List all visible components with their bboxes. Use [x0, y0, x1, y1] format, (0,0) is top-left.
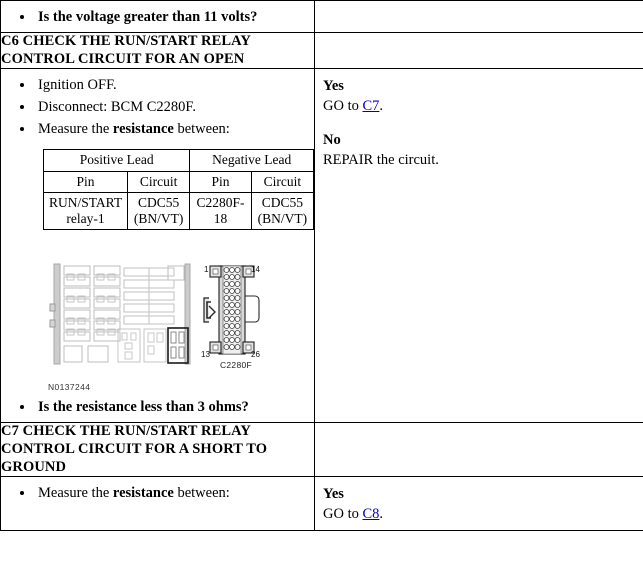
fuse-panel-diagram — [48, 262, 193, 372]
table-row: RUN/START relay-1 CDC55 (BN/VT) C2280F-1… — [42, 191, 315, 231]
column-header-negative-lead: Negative Lead — [189, 149, 314, 172]
column-header-positive-circuit: Circuit — [127, 170, 191, 193]
answer-spacer — [323, 116, 637, 131]
answer-action-yes: GO to C8. — [323, 505, 637, 524]
answer-action-yes: GO to C7. — [323, 97, 637, 116]
connector-c2280f-diagram — [201, 260, 271, 365]
step-c7-answer-block: Yes GO to C8. — [315, 477, 643, 530]
cell-negative-circuit: CDC55 (BN/VT) — [250, 191, 315, 231]
step-c7-header-right-cell — [314, 422, 643, 478]
instruction-text-suffix: between: — [173, 485, 230, 502]
cell-positive-pin: RUN/START relay-1 — [42, 191, 129, 231]
list-item: Ignition OFF. — [35, 75, 314, 96]
measurement-pin-table: Positive Lead Negative Lead Pin Circuit … — [42, 149, 315, 231]
step-c6-instructions-cell: Ignition OFF. Disconnect: BCM C2280F. Me… — [0, 68, 315, 424]
step-c7-title-line3: GROUND — [1, 458, 67, 475]
step-c6-header-right-cell — [314, 32, 643, 70]
step-c6-question-list: Is the resistance less than 3 ohms? — [1, 397, 314, 418]
table-row-step-c6-header: C6 CHECK THE RUN/START RELAY CONTROL CIR… — [0, 32, 643, 70]
answer-action-prefix: GO to — [323, 97, 363, 114]
column-header-positive-lead: Positive Lead — [42, 149, 191, 172]
list-item: Is the resistance less than 3 ohms? — [35, 397, 314, 418]
cell-positive-circuit: CDC55 (BN/VT) — [127, 191, 191, 231]
step-c7-title-line1: C7 CHECK THE RUN/START RELAY — [1, 423, 251, 440]
step-c6-title: C6 CHECK THE RUN/START RELAY CONTROL CIR… — [0, 32, 315, 70]
step-c7-instructions-cell: Measure the resistance between: — [0, 476, 315, 532]
step-c6-title-line2: CONTROL CIRCUIT FOR AN OPEN — [1, 50, 245, 67]
instruction-text-emphasis: resistance — [112, 485, 174, 502]
instruction-text-suffix: between: — [173, 121, 230, 138]
previous-step-answer-cell — [314, 0, 643, 34]
previous-step-question-cell: Is the voltage greater than 11 volts? — [0, 0, 315, 34]
table-row-previous-step-question: Is the voltage greater than 11 volts? — [0, 0, 643, 34]
table-row-group-headers: Positive Lead Negative Lead — [42, 149, 314, 172]
answer-action-no: REPAIR the circuit. — [323, 151, 439, 168]
fuse-panel-svg — [49, 263, 191, 365]
step-c6-answer-block: Yes GO to C7. No REPAIR the circuit. — [315, 69, 643, 176]
answer-label-no: No — [323, 132, 341, 149]
step-c6-answers-cell: Yes GO to C7. No REPAIR the circuit. — [314, 68, 643, 424]
answer-action-suffix: . — [379, 97, 384, 114]
connector-pin-number-top-right: 14 — [251, 265, 260, 275]
table-row-step-c6-body: Ignition OFF. Disconnect: BCM C2280F. Me… — [0, 68, 643, 424]
step-c7-answers-cell: Yes GO to C8. — [314, 476, 643, 532]
step-c6-instruction-list: Ignition OFF. Disconnect: BCM C2280F. Me… — [1, 75, 314, 140]
list-item: Measure the resistance between: — [35, 483, 314, 504]
connector-pin-number-bottom-right: 26 — [251, 350, 260, 360]
connector-pin-number-top-left: 1 — [204, 265, 209, 275]
instruction-text-emphasis: resistance — [112, 121, 174, 138]
list-item: Disconnect: BCM C2280F. — [35, 97, 314, 118]
figure-caption: N0137244 — [48, 382, 91, 393]
step-c6-title-line1: C6 CHECK THE RUN/START RELAY — [1, 33, 251, 50]
step-c7-title-line2: CONTROL CIRCUIT FOR A SHORT TO — [1, 440, 268, 457]
instruction-text-prefix: Measure the — [38, 485, 113, 502]
document-page: Is the voltage greater than 11 volts? C6… — [0, 0, 643, 576]
connector-pin-number-bottom-left: 13 — [201, 350, 210, 360]
connector-figure: 1 14 13 26 C2280F N0137244 — [1, 256, 314, 393]
connector-svg — [203, 265, 260, 355]
table-row-sub-headers: Pin Circuit Pin Circuit — [42, 170, 315, 193]
connector-name-label: C2280F — [219, 360, 253, 371]
answer-action-suffix: . — [379, 505, 384, 522]
previous-step-question-list: Is the voltage greater than 11 volts? — [1, 7, 314, 28]
table-row-step-c7-header: C7 CHECK THE RUN/START RELAY CONTROL CIR… — [0, 422, 643, 478]
list-item: Is the voltage greater than 11 volts? — [35, 7, 314, 28]
column-header-positive-pin: Pin — [42, 170, 129, 193]
link-step-c8[interactable]: C8 — [362, 506, 379, 522]
answer-label-yes: Yes — [323, 486, 344, 503]
answer-action-prefix: GO to — [323, 505, 363, 522]
list-item: Measure the resistance between: — [35, 119, 314, 140]
step-c7-instruction-list: Measure the resistance between: — [1, 483, 314, 504]
table-row-step-c7-body: Measure the resistance between: Yes GO t… — [0, 476, 643, 532]
diagnostic-procedure-table: Is the voltage greater than 11 volts? C6… — [0, 0, 643, 532]
answer-label-yes: Yes — [323, 78, 344, 95]
link-step-c7[interactable]: C7 — [362, 98, 379, 114]
cell-negative-pin: C2280F-18 — [189, 191, 252, 231]
column-header-negative-pin: Pin — [189, 170, 252, 193]
step-c7-title: C7 CHECK THE RUN/START RELAY CONTROL CIR… — [0, 422, 315, 478]
instruction-text-prefix: Measure the — [38, 121, 113, 138]
column-header-negative-circuit: Circuit — [250, 170, 315, 193]
